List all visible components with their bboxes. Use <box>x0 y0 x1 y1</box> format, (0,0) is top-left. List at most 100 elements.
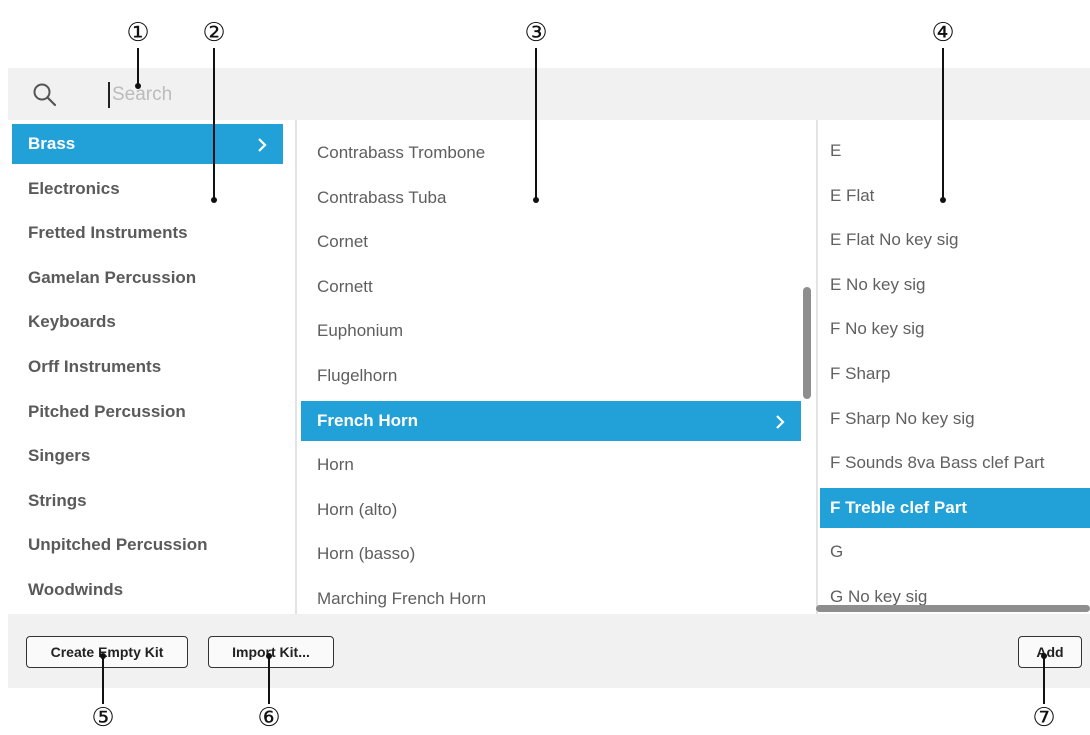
callout-2-dot <box>211 197 217 203</box>
chevron-right-icon <box>775 401 785 441</box>
instrument-item[interactable]: Cornett <box>301 267 801 307</box>
callout-6-dot <box>266 653 272 659</box>
search-bar <box>8 68 1090 120</box>
callout-4-dot <box>940 197 946 203</box>
callout-4: ④ <box>931 18 955 48</box>
variant-item[interactable]: F Sharp <box>820 354 1090 394</box>
instrument-item-label: Cornet <box>317 232 369 252</box>
variant-item[interactable]: G <box>820 532 1090 572</box>
variant-item-label: G <box>830 542 844 562</box>
callout-6: ⑥ <box>257 703 281 733</box>
instrument-item-label: Horn <box>317 455 354 475</box>
variant-item-label: F Treble clef Part <box>830 497 967 517</box>
variant-list-scrollbar[interactable] <box>816 605 1090 612</box>
callout-6-leader <box>268 656 270 704</box>
instrument-item[interactable]: Horn (basso) <box>301 534 801 574</box>
variant-item-label: F Sharp No key sig <box>830 408 975 428</box>
callout-1: ① <box>126 18 150 48</box>
create-empty-kit-button[interactable]: Create Empty Kit <box>26 636 188 668</box>
callout-1-leader <box>137 48 139 86</box>
instrument-list: Contrabass Trombone Contrabass Tuba Cornet… <box>299 120 816 614</box>
variant-item[interactable]: E No key sig <box>820 265 1090 305</box>
category-item[interactable]: Pitched Percussion <box>12 392 283 432</box>
instrument-item-label: Cornett <box>317 276 373 296</box>
instrument-list-scrollbar[interactable] <box>803 287 811 399</box>
variant-item[interactable]: E <box>820 131 1090 171</box>
instrument-item-label: Contrabass Tuba <box>317 187 447 207</box>
instrument-item-label: French Horn <box>317 410 419 430</box>
instrument-item-label: Flugelhorn <box>317 366 398 385</box>
variant-item-label: E Flat No key sig <box>830 230 959 250</box>
variant-item-label: F Sounds 8va Bass clef Part <box>830 453 1045 473</box>
instrument-item-label: Contrabass Trombone <box>317 143 486 162</box>
variant-item[interactable]: F Sounds 8va Bass clef Part <box>820 443 1090 483</box>
variant-item-label: F No key sig <box>830 319 925 339</box>
callout-7-leader <box>1043 656 1045 704</box>
callout-2: ② <box>202 18 226 48</box>
instrument-item-label: Euphonium <box>317 321 404 341</box>
import-kit-button[interactable]: Import Kit... <box>208 636 334 668</box>
variant-item[interactable]: F Treble clef Part <box>820 487 1090 528</box>
instrument-item-label: Marching French Horn <box>317 589 487 608</box>
variant-item[interactable]: E Flat No key sig <box>820 220 1090 260</box>
add-button[interactable]: Add <box>1018 636 1082 668</box>
variant-item-label: E Flat <box>830 185 875 205</box>
instrument-item[interactable]: Marching French Horn <box>301 579 801 619</box>
callout-5-dot <box>100 653 106 659</box>
column-divider-2 <box>816 120 818 614</box>
variant-item[interactable]: F Sharp No key sig <box>820 399 1090 439</box>
category-item-label: Strings <box>28 490 87 510</box>
instrument-item[interactable]: Horn (alto) <box>301 490 801 530</box>
callout-3-leader <box>535 48 537 200</box>
instrument-item-label: Horn (alto) <box>317 499 398 519</box>
category-item[interactable]: Woodwinds <box>12 570 283 610</box>
callout-3-dot <box>533 197 539 203</box>
category-item-label: Pitched Percussion <box>28 401 186 421</box>
variant-item[interactable]: E Flat <box>820 176 1090 216</box>
variant-item-label: E <box>830 141 842 160</box>
category-item-label: Woodwinds <box>28 580 124 599</box>
callout-5-leader <box>102 656 104 704</box>
category-item-label: Keyboards <box>28 312 116 332</box>
callout-7-dot <box>1041 653 1047 659</box>
variant-item-label: F Sharp <box>830 364 891 383</box>
category-item-label: Unpitched Percussion <box>28 535 208 555</box>
category-item-label: Gamelan Percussion <box>28 267 197 287</box>
category-item[interactable]: Orff Instruments <box>12 347 283 387</box>
category-item[interactable]: Keyboards <box>12 302 283 342</box>
category-item-label: Brass <box>28 134 76 153</box>
category-item[interactable]: Brass <box>12 124 283 164</box>
instrument-item[interactable]: Contrabass Trombone <box>301 133 801 173</box>
callout-2-leader <box>213 48 215 200</box>
text-cursor <box>108 82 110 108</box>
chevron-right-icon <box>257 124 267 164</box>
instrument-item[interactable]: Contrabass Tuba <box>301 178 801 218</box>
callout-3: ③ <box>524 18 548 48</box>
category-item[interactable]: Fretted Instruments <box>12 213 283 253</box>
search-icon[interactable] <box>32 82 58 108</box>
category-item[interactable]: Strings <box>12 481 283 521</box>
variant-item-label: E No key sig <box>830 274 926 294</box>
instrument-item[interactable]: Horn <box>301 445 801 485</box>
kit-editor-window: Brass Electronics Fretted Instruments Gamel… <box>8 68 1090 688</box>
instrument-item[interactable]: Euphonium <box>301 311 801 351</box>
category-item[interactable]: Singers <box>12 436 283 476</box>
instrument-item[interactable]: French Horn <box>301 400 801 441</box>
bottom-toolbar: Create Empty Kit Import Kit... Add <box>8 614 1090 688</box>
category-item[interactable]: Gamelan Percussion <box>12 258 283 298</box>
category-item-label: Singers <box>28 446 91 466</box>
variant-list: E E Flat E Flat No key sig E No key sig F No… <box>820 120 1090 614</box>
instrument-item[interactable]: Flugelhorn <box>301 356 801 396</box>
variant-item-label: G No key sig <box>830 587 928 606</box>
variant-item[interactable]: F No key sig <box>820 309 1090 349</box>
category-list: Brass Electronics Fretted Instruments Gamel… <box>8 120 295 614</box>
category-item[interactable]: Unpitched Percussion <box>12 525 283 565</box>
callout-7: ⑦ <box>1032 703 1056 733</box>
callout-4-leader <box>942 48 944 200</box>
category-item[interactable]: Electronics <box>12 169 283 209</box>
category-item-label: Electronics <box>28 178 120 198</box>
instrument-item-label: Horn (basso) <box>317 544 416 564</box>
instrument-item[interactable]: Cornet <box>301 222 801 262</box>
callout-1-dot <box>135 83 141 89</box>
search-input[interactable] <box>112 80 512 110</box>
